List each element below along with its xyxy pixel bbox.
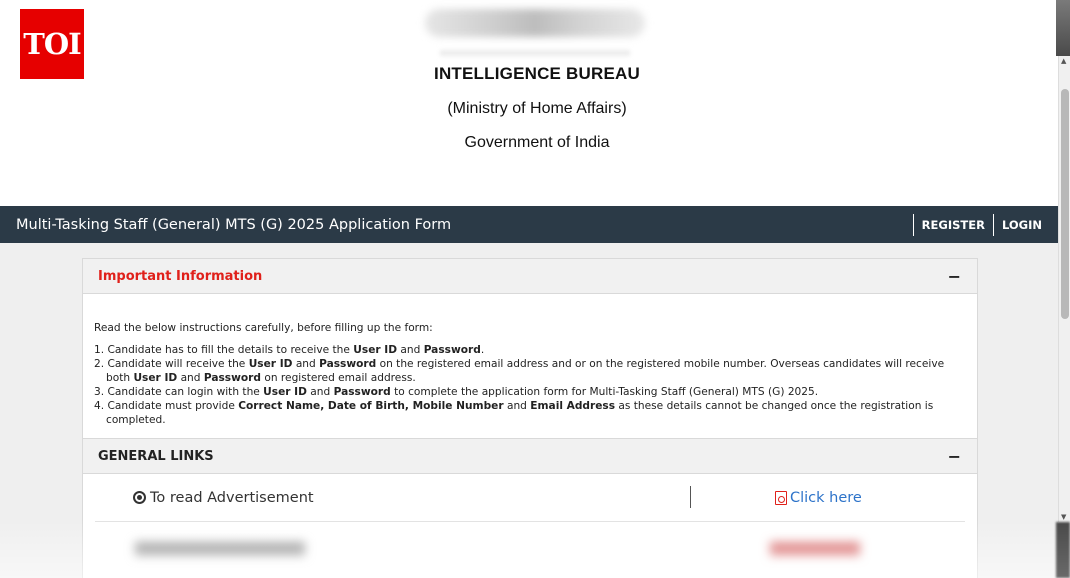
important-info-panel: Important Information − Read the below i… <box>82 258 978 440</box>
instruction-item: 2. Candidate will receive the User ID an… <box>94 358 945 384</box>
instructions-list: 1. Candidate has to fill the details to … <box>94 343 965 427</box>
org-title: INTELLIGENCE BUREAU <box>434 64 640 83</box>
collapse-icon[interactable]: − <box>948 267 961 286</box>
form-title: Multi-Tasking Staff (General) MTS (G) 20… <box>16 216 452 233</box>
advertisement-label: To read Advertisement <box>133 490 314 506</box>
radio-dot-icon <box>133 491 146 504</box>
instruction-item: 4. Candidate must provide Correct Name, … <box>94 400 934 426</box>
blurred-line <box>440 50 630 56</box>
collapse-icon[interactable]: − <box>948 447 961 466</box>
blurred-link-row <box>95 522 965 578</box>
scrollbar-thumb[interactable] <box>1061 89 1069 319</box>
scroll-up-arrow-icon[interactable]: ▲ <box>1061 57 1066 65</box>
instruction-item: 3. Candidate can login with the User ID … <box>94 386 819 398</box>
window-edge-shadow-bottom <box>1056 522 1070 578</box>
blurred-emblem <box>425 9 645 37</box>
link-label: To read Advertisement <box>150 489 314 506</box>
link-action[interactable]: Click here <box>790 490 862 506</box>
advertisement-click-here-link[interactable]: Click here <box>775 490 862 506</box>
org-government: Government of India <box>464 134 610 151</box>
vertical-scrollbar[interactable]: ▲ ▼ <box>1058 56 1070 522</box>
important-info-body: Read the below instructions carefully, b… <box>83 294 977 427</box>
general-links-title: GENERAL LINKS <box>98 448 214 464</box>
general-links-panel: GENERAL LINKS − To read Advertisement Cl… <box>82 438 978 578</box>
instruction-item: 1. Candidate has to fill the details to … <box>94 344 485 356</box>
main-content: Important Information − Read the below i… <box>0 243 1058 578</box>
pdf-icon <box>775 490 787 505</box>
window-edge-shadow <box>1056 0 1070 56</box>
org-ministry: (Ministry of Home Affairs) <box>447 100 627 117</box>
scroll-down-arrow-icon[interactable]: ▼ <box>1061 513 1066 521</box>
link-row-advertisement: To read Advertisement Click here <box>95 474 965 522</box>
link-separator <box>690 486 691 508</box>
instructions-intro: Read the below instructions carefully, b… <box>94 322 433 334</box>
general-links-header[interactable]: GENERAL LINKS − <box>83 439 977 474</box>
important-info-title: Important Information <box>98 268 263 284</box>
site-header: TOI INTELLIGENCE BUREAU (Ministry of Hom… <box>0 0 1058 206</box>
register-link[interactable]: REGISTER <box>912 213 993 236</box>
important-info-header[interactable]: Important Information − <box>83 259 977 294</box>
top-navbar: Multi-Tasking Staff (General) MTS (G) 20… <box>0 206 1058 243</box>
login-link[interactable]: LOGIN <box>992 213 1050 236</box>
